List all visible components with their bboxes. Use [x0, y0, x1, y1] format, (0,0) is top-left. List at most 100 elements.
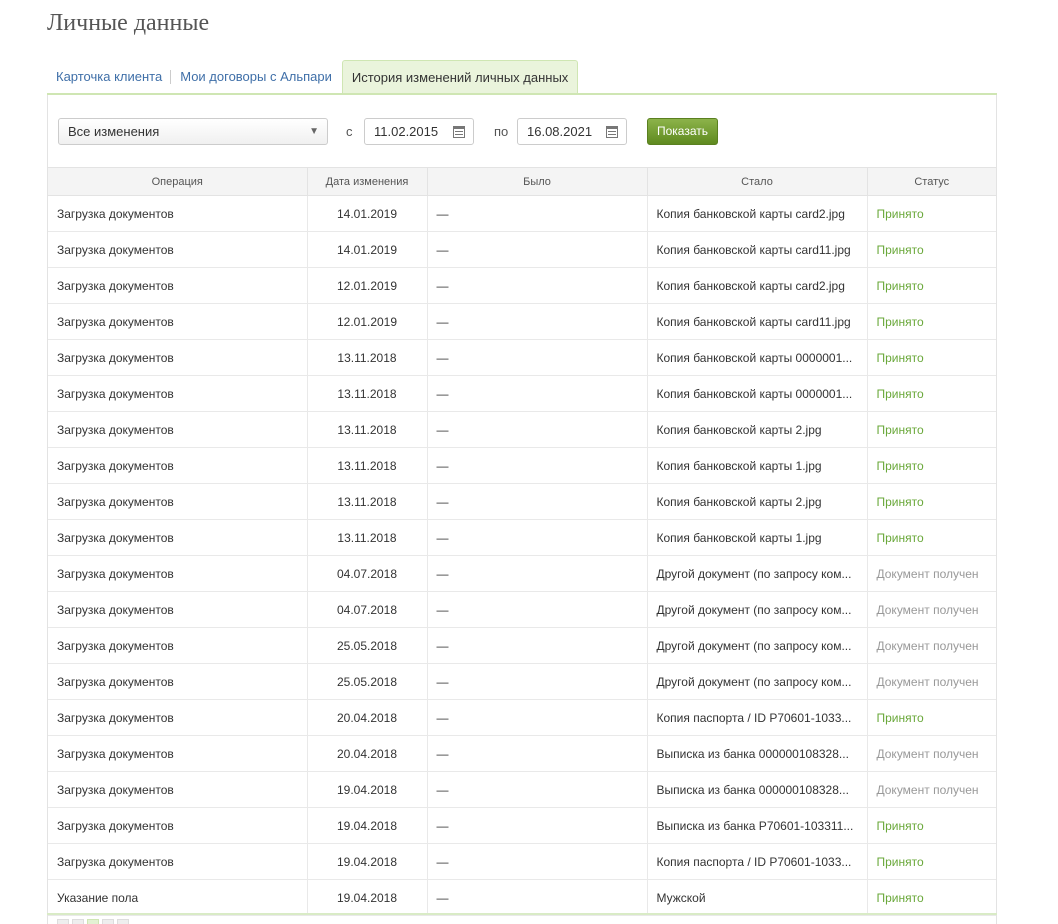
table-row: Загрузка документов 25.05.2018— Другой док… [48, 663, 996, 700]
pagination-first-button[interactable] [57, 919, 69, 924]
table-row: Загрузка документов 14.01.2019— Копия банк… [48, 231, 996, 268]
column-header-status[interactable]: Статус [866, 167, 996, 196]
cell-before: — [426, 771, 648, 808]
table-row: Загрузка документов 25.05.2018— Другой док… [48, 627, 996, 664]
cell-operation: Загрузка документов [48, 303, 308, 340]
column-header-before[interactable]: Было [426, 167, 648, 196]
cell-status: Документ получен [866, 771, 996, 808]
cell-before: — [426, 555, 648, 592]
cell-operation: Загрузка документов [48, 771, 308, 808]
pagination-current-page[interactable] [87, 919, 99, 924]
table-row: Загрузка документов 19.04.2018— Выписка из… [48, 771, 996, 808]
cell-before: — [426, 195, 648, 232]
cell-operation: Загрузка документов [48, 735, 308, 772]
cell-status: Документ получен [866, 735, 996, 772]
table-row: Загрузка документов 19.04.2018— Выписка из… [48, 807, 996, 844]
table-row: Загрузка документов 12.01.2019— Копия банк… [48, 303, 996, 340]
cell-after: Копия банковской карты card2.jpg [646, 195, 868, 232]
cell-status: Принято [866, 375, 996, 412]
cell-before: — [426, 339, 648, 376]
pagination-next-button[interactable] [102, 919, 114, 924]
cell-operation: Загрузка документов [48, 375, 308, 412]
column-header-date[interactable]: Дата изменения [306, 167, 428, 196]
cell-status: Принято [866, 843, 996, 880]
chevron-down-icon: ▼ [309, 126, 319, 137]
to-label: по [494, 124, 509, 139]
from-date-field[interactable]: 11.02.2015 [364, 118, 474, 145]
cell-status: Принято [866, 807, 996, 844]
filters-bar: Все изменения ▼ с 11.02.2015 по 16.08.20… [48, 95, 996, 167]
cell-after: Другой документ (по запросу ком... [646, 591, 868, 628]
cell-after: Другой документ (по запросу ком... [646, 663, 868, 700]
to-date-field[interactable]: 16.08.2021 [517, 118, 627, 145]
cell-before: — [426, 699, 648, 736]
cell-operation: Загрузка документов [48, 483, 308, 520]
cell-date: 20.04.2018 [306, 735, 428, 772]
table-row: Загрузка документов 20.04.2018— Копия пасп… [48, 699, 996, 736]
pagination-prev-button[interactable] [72, 919, 84, 924]
cell-date: 19.04.2018 [306, 807, 428, 844]
cell-status: Принято [866, 699, 996, 736]
table-header-row: Операция Дата изменения Было Стало Стату… [48, 167, 996, 196]
cell-date: 19.04.2018 [306, 879, 428, 916]
calendar-icon[interactable] [606, 126, 618, 138]
cell-status: Принято [866, 303, 996, 340]
cell-after: Копия банковской карты 2.jpg [646, 411, 868, 448]
cell-date: 25.05.2018 [306, 627, 428, 664]
cell-operation: Указание пола [48, 879, 308, 916]
pagination-last-button[interactable] [117, 919, 129, 924]
cell-after: Другой документ (по запросу ком... [646, 627, 868, 664]
cell-operation: Загрузка документов [48, 699, 308, 736]
change-type-value: Все изменения [68, 124, 160, 139]
cell-operation: Загрузка документов [48, 447, 308, 484]
cell-date: 14.01.2019 [306, 195, 428, 232]
cell-date: 04.07.2018 [306, 555, 428, 592]
cell-after: Копия банковской карты card11.jpg [646, 231, 868, 268]
cell-before: — [426, 447, 648, 484]
column-header-after[interactable]: Стало [646, 167, 868, 196]
table-row: Загрузка документов 13.11.2018— Копия банк… [48, 411, 996, 448]
tab-client-card[interactable]: Карточка клиента [47, 60, 172, 93]
tab-my-contracts[interactable]: Мои договоры с Альпари [171, 60, 341, 93]
table-row: Загрузка документов 04.07.2018— Другой док… [48, 555, 996, 592]
pagination [57, 919, 129, 924]
cell-status: Документ получен [866, 627, 996, 664]
cell-date: 13.11.2018 [306, 447, 428, 484]
from-label: с [346, 124, 353, 139]
cell-status: Принято [866, 411, 996, 448]
cell-status: Принято [866, 231, 996, 268]
table-row: Загрузка документов 13.11.2018— Копия банк… [48, 375, 996, 412]
cell-status: Принято [866, 447, 996, 484]
cell-before: — [426, 231, 648, 268]
cell-date: 20.04.2018 [306, 699, 428, 736]
show-button[interactable]: Показать [647, 118, 718, 145]
column-header-operation[interactable]: Операция [48, 167, 308, 196]
cell-before: — [426, 663, 648, 700]
table-row: Загрузка документов 04.07.2018— Другой док… [48, 591, 996, 628]
change-type-select[interactable]: Все изменения ▼ [58, 118, 328, 145]
cell-before: — [426, 519, 648, 556]
cell-after: Копия банковской карты 2.jpg [646, 483, 868, 520]
calendar-icon[interactable] [453, 126, 465, 138]
cell-after: Копия банковской карты 1.jpg [646, 447, 868, 484]
tab-personal-data-history[interactable]: История изменений личных данных [341, 60, 579, 93]
cell-before: — [426, 375, 648, 412]
cell-date: 13.11.2018 [306, 339, 428, 376]
cell-before: — [426, 735, 648, 772]
cell-date: 13.11.2018 [306, 411, 428, 448]
cell-status: Документ получен [866, 663, 996, 700]
cell-status: Принято [866, 879, 996, 916]
cell-status: Принято [866, 483, 996, 520]
cell-after: Копия банковской карты card2.jpg [646, 267, 868, 304]
cell-date: 19.04.2018 [306, 843, 428, 880]
cell-date: 13.11.2018 [306, 375, 428, 412]
cell-after: Копия банковской карты 1.jpg [646, 519, 868, 556]
cell-before: — [426, 807, 648, 844]
from-date-value: 11.02.2015 [374, 124, 439, 139]
cell-date: 13.11.2018 [306, 483, 428, 520]
cell-before: — [426, 303, 648, 340]
cell-operation: Загрузка документов [48, 519, 308, 556]
table-row: Загрузка документов 12.01.2019— Копия банк… [48, 267, 996, 304]
table-row: Загрузка документов 19.04.2018— Копия пасп… [48, 843, 996, 880]
page-title: Личные данные [47, 10, 210, 36]
